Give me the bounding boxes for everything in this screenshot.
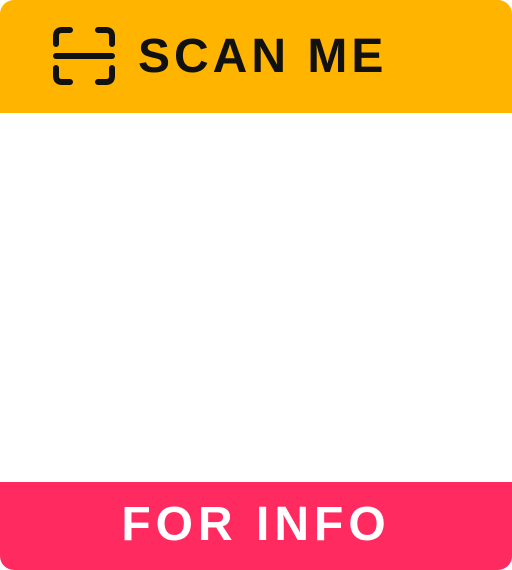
for-info-label: FOR INFO (121, 498, 391, 551)
for-info-footer: FOR INFO (0, 482, 512, 570)
scan-frame-icon (53, 27, 115, 85)
scan-header: SCAN ME (0, 0, 512, 113)
scan-me-title: SCAN ME (138, 30, 388, 83)
qr-code-area (0, 113, 512, 482)
scan-me-card: SCAN ME FOR INFO (0, 0, 512, 570)
